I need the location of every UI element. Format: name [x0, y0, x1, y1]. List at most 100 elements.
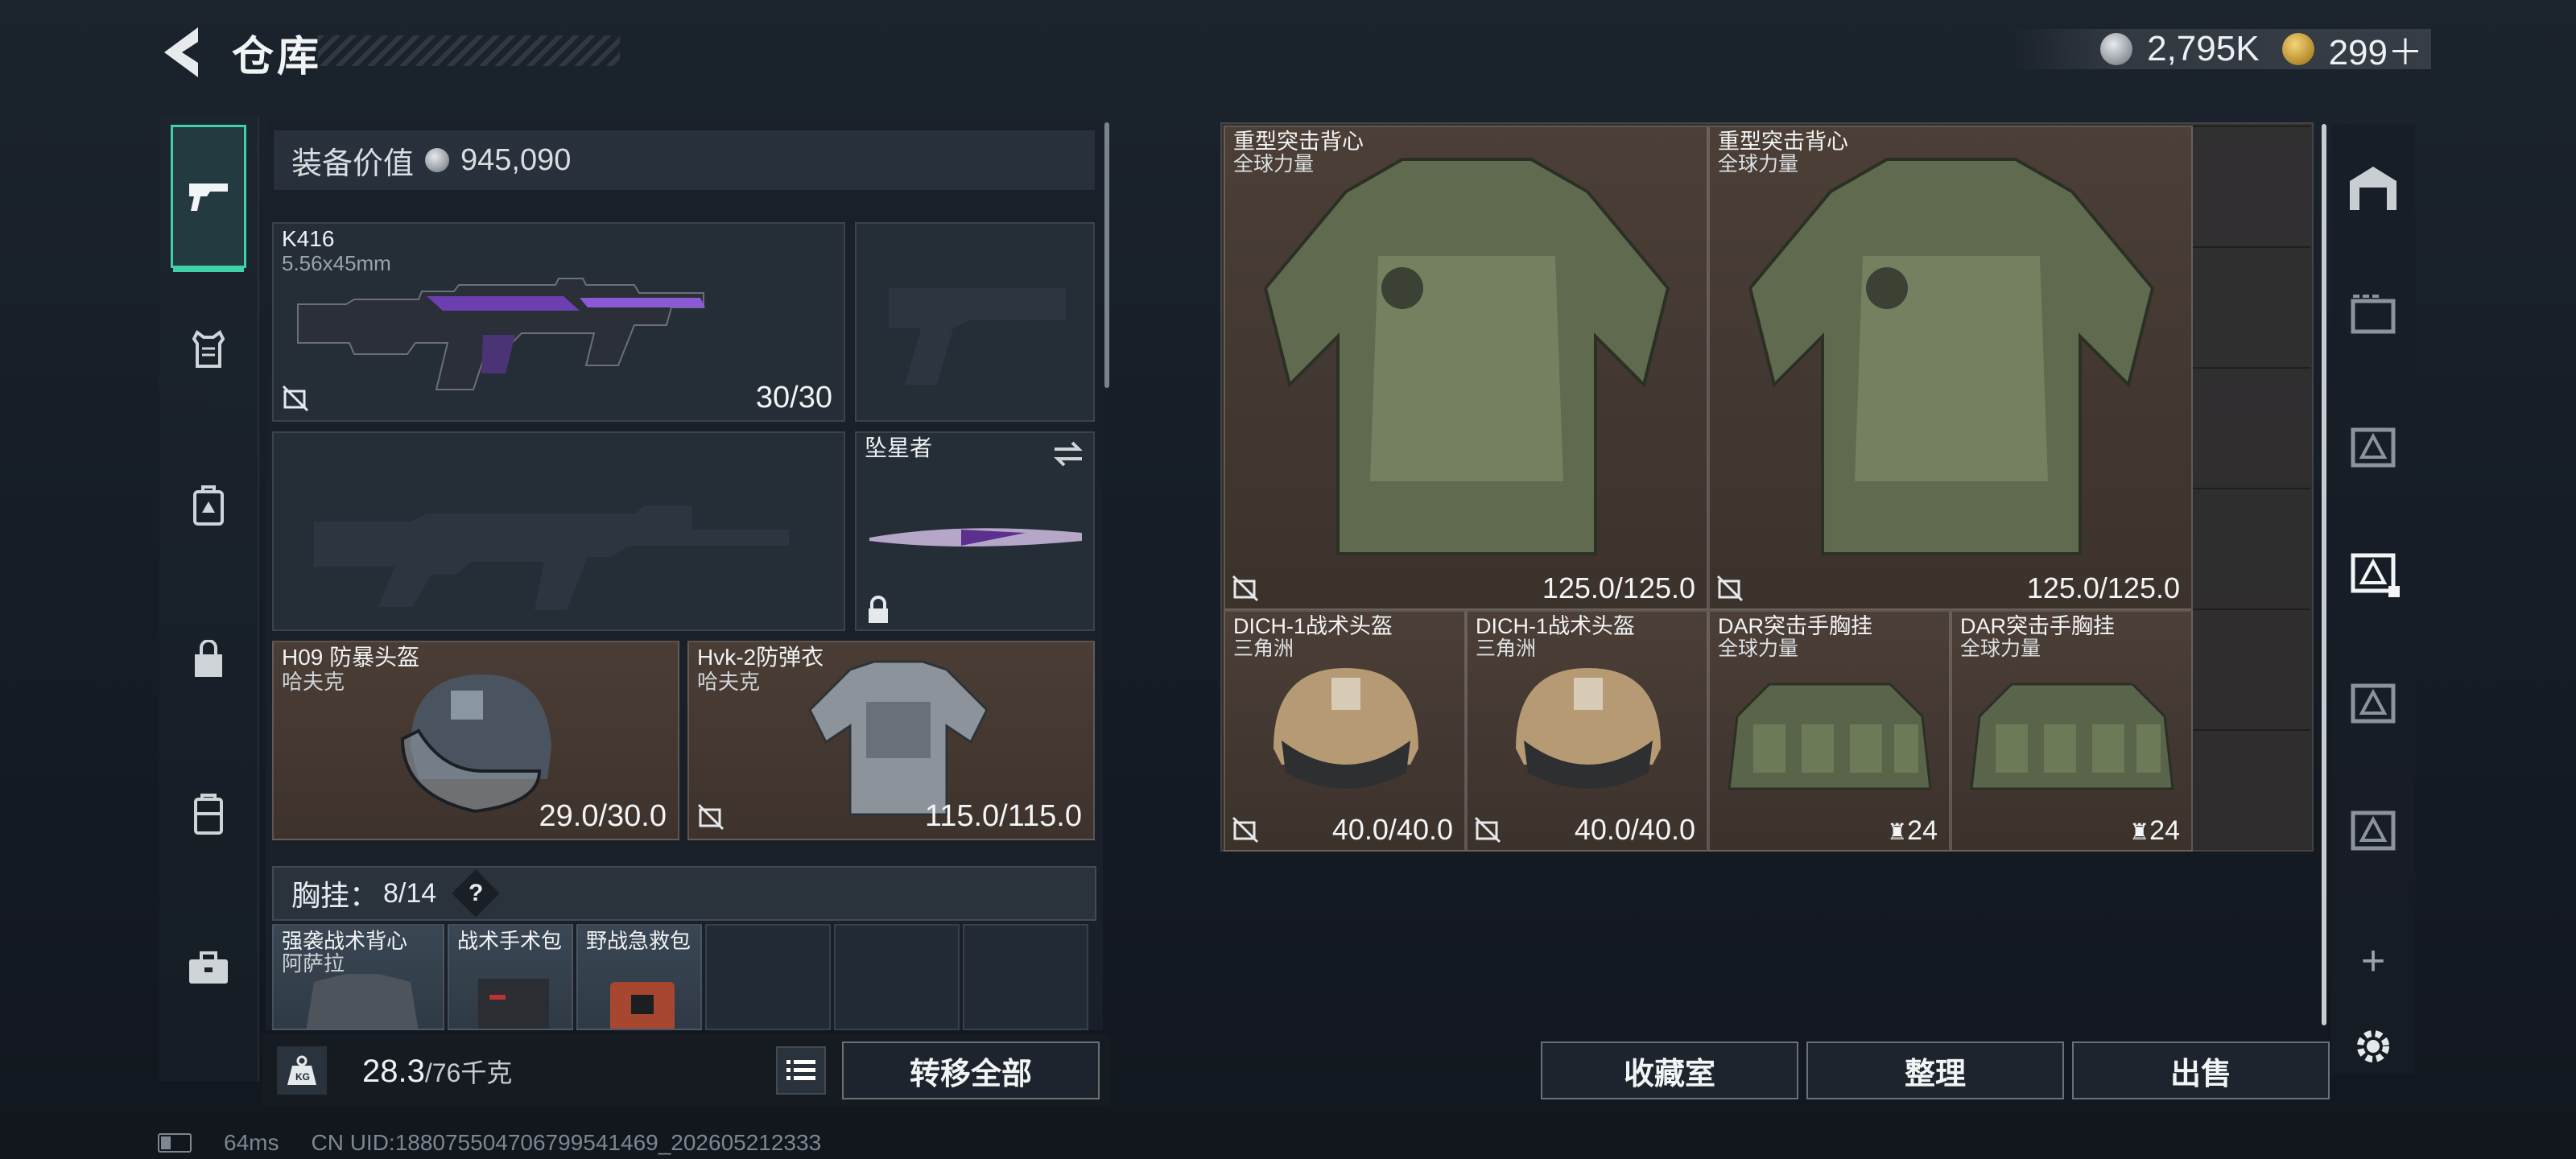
item-name: DICH-1战术头盔 — [1233, 614, 1393, 638]
storage-1-icon — [2351, 295, 2396, 334]
add-storage-button[interactable]: + — [2351, 938, 2396, 984]
gold-coin-icon — [2281, 33, 2314, 65]
storage-tab-3-active[interactable] — [2343, 542, 2404, 604]
sidebar-item-backpack[interactable] — [171, 434, 246, 577]
helmet-slot[interactable]: H09 防暴头盔 哈夫克 29.0/30.0 — [272, 641, 679, 840]
secondary-weapon-slot[interactable] — [272, 431, 845, 631]
storage-item[interactable]: DAR突击手胸挂 全球力量 ♜24 — [1708, 610, 1951, 852]
chest-rig-item[interactable]: 战术手术包 — [448, 924, 573, 1030]
item-maker: 阿萨拉 — [282, 951, 345, 975]
no-insurance-icon — [1716, 575, 1744, 602]
equipment-value: 装备价值 945,090 — [274, 130, 1095, 190]
currency-bar[interactable]: 2,795K 299＋ — [2012, 29, 2431, 72]
item-name: 强袭战术背心 — [282, 929, 408, 953]
no-insurance-icon — [1232, 575, 1259, 602]
ping: 64ms — [224, 1130, 279, 1155]
item-durability: 125.0/125.0 — [1542, 571, 1695, 604]
toolbox-icon — [189, 951, 228, 984]
storage-5-icon — [2351, 810, 2396, 851]
collection-button[interactable]: 收藏室 — [1541, 1041, 1798, 1099]
settings-button[interactable] — [2343, 1016, 2404, 1077]
sell-button[interactable]: 出售 — [2072, 1041, 2330, 1099]
item-name: 战术手术包 — [457, 929, 563, 953]
chest-rig-count: 8/14 — [383, 877, 437, 909]
storage-tab-2[interactable] — [2343, 415, 2404, 476]
pistol-icon — [189, 184, 228, 211]
armor-slot[interactable]: Hvk-2防弹衣 哈夫克 115.0/115.0 — [687, 641, 1095, 840]
battery-icon — [158, 1133, 192, 1153]
max-weight: /76千克 — [424, 1058, 513, 1087]
sidebar-item-armor[interactable] — [171, 278, 246, 421]
melee-slot[interactable]: 坠星者 — [855, 431, 1095, 631]
item-name: 野战急救包 — [586, 929, 691, 953]
item-maker: 全球力量 — [1718, 637, 1799, 660]
storage-item[interactable]: DICH-1战术头盔 三角洲 40.0/40.0 — [1466, 610, 1708, 852]
item-capacity: ♜24 — [2129, 815, 2180, 846]
chest-rig-image — [1728, 683, 1932, 790]
sidebar-item-bag[interactable] — [171, 588, 246, 732]
back-icon[interactable] — [158, 24, 209, 80]
storage-tab-all[interactable] — [2343, 158, 2404, 219]
title-decoration — [318, 35, 620, 66]
sidebar-item-toolbox[interactable] — [171, 896, 246, 1039]
heavy-vest-image — [1748, 158, 2155, 555]
surgical-kit-image — [478, 979, 549, 1029]
chest-rig-item[interactable]: 强袭战术背心 阿萨拉 — [272, 924, 444, 1030]
no-insurance-icon — [282, 385, 309, 412]
item-name: DAR突击手胸挂 — [1960, 614, 2116, 638]
carry-weight: 28.3/76千克 — [362, 1053, 512, 1090]
transfer-all-button[interactable]: 转移全部 — [842, 1041, 1100, 1099]
primary-weapon-slot[interactable]: K416 5.56x45mm 30/30 — [272, 222, 845, 422]
sidebar-item-weapons[interactable] — [171, 125, 246, 272]
item-durability: 125.0/125.0 — [2026, 571, 2180, 604]
armor-maker: 哈夫克 — [697, 670, 761, 694]
chest-rig-empty-slot[interactable] — [834, 924, 960, 1030]
storage-tab-4[interactable] — [2343, 671, 2404, 732]
chest-rig-empty-slot[interactable] — [705, 924, 831, 1030]
tactical-helmet-image — [1274, 668, 1418, 789]
case-icon — [194, 794, 223, 835]
uid: CN UID:18807550470679954​1469_2026052123… — [311, 1130, 822, 1155]
silver-coin-icon — [425, 148, 450, 172]
help-icon[interactable]: ? — [452, 869, 500, 918]
list-icon — [786, 1060, 815, 1080]
storage-item[interactable]: DICH-1战术头盔 三角洲 40.0/40.0 — [1224, 610, 1466, 852]
pistol-silhouette-icon — [889, 288, 1066, 385]
knife-image — [869, 528, 1082, 547]
heavy-vest-image — [1263, 158, 1670, 555]
sidebar-item-case[interactable] — [171, 743, 246, 886]
item-maker: 全球力量 — [1960, 637, 2041, 660]
no-insurance-icon — [1474, 816, 1501, 843]
pistol-slot[interactable] — [855, 222, 1095, 422]
storage-tab-5[interactable] — [2343, 798, 2404, 860]
item-name: DICH-1战术头盔 — [1476, 614, 1636, 638]
storage-tab-1[interactable] — [2343, 285, 2404, 346]
storage-item[interactable]: 重型突击背心 全球力量 125.0/125.0 — [1708, 126, 2193, 610]
item-durability: 40.0/40.0 — [1331, 813, 1453, 846]
list-view-button[interactable] — [776, 1046, 826, 1095]
storage-item[interactable]: DAR突击手胸挂 全球力量 ♜24 — [1951, 610, 2193, 852]
chest-rig-label: 胸挂： — [291, 879, 379, 912]
gold-balance[interactable]: 299＋ — [2329, 23, 2423, 75]
equipment-value-amount: 945,090 — [460, 142, 572, 177]
loadout-scrollbar[interactable] — [1104, 122, 1109, 388]
storage-scrollbar[interactable] — [2322, 124, 2326, 1025]
first-aid-kit-image — [610, 982, 675, 1029]
tactical-helmet-image — [1516, 668, 1661, 789]
lock-icon — [869, 596, 888, 623]
no-insurance-icon — [697, 803, 724, 831]
weapon-ammo: 30/30 — [755, 381, 832, 415]
swap-icon[interactable] — [1051, 439, 1085, 468]
organize-button[interactable]: 整理 — [1806, 1041, 2064, 1099]
status-footer: 64ms CN UID:18807550470679954​1469_20260… — [158, 1130, 821, 1156]
chest-rig-empty-slot[interactable] — [963, 924, 1088, 1030]
warehouse-icon — [2350, 167, 2396, 210]
chest-rig-item[interactable]: 野战急救包 — [576, 924, 702, 1030]
helmet-maker: 哈夫克 — [282, 670, 345, 694]
category-sidebar — [159, 117, 259, 1081]
storage-item[interactable]: 重型突击背心 全球力量 125.0/125.0 — [1224, 126, 1708, 610]
armor-durability: 115.0/115.0 — [924, 799, 1082, 833]
capacity-icon: ♜ — [1887, 819, 1908, 844]
chest-rig-header: 胸挂： 8/14 ? — [272, 866, 1096, 921]
gear-icon — [2357, 1030, 2389, 1062]
